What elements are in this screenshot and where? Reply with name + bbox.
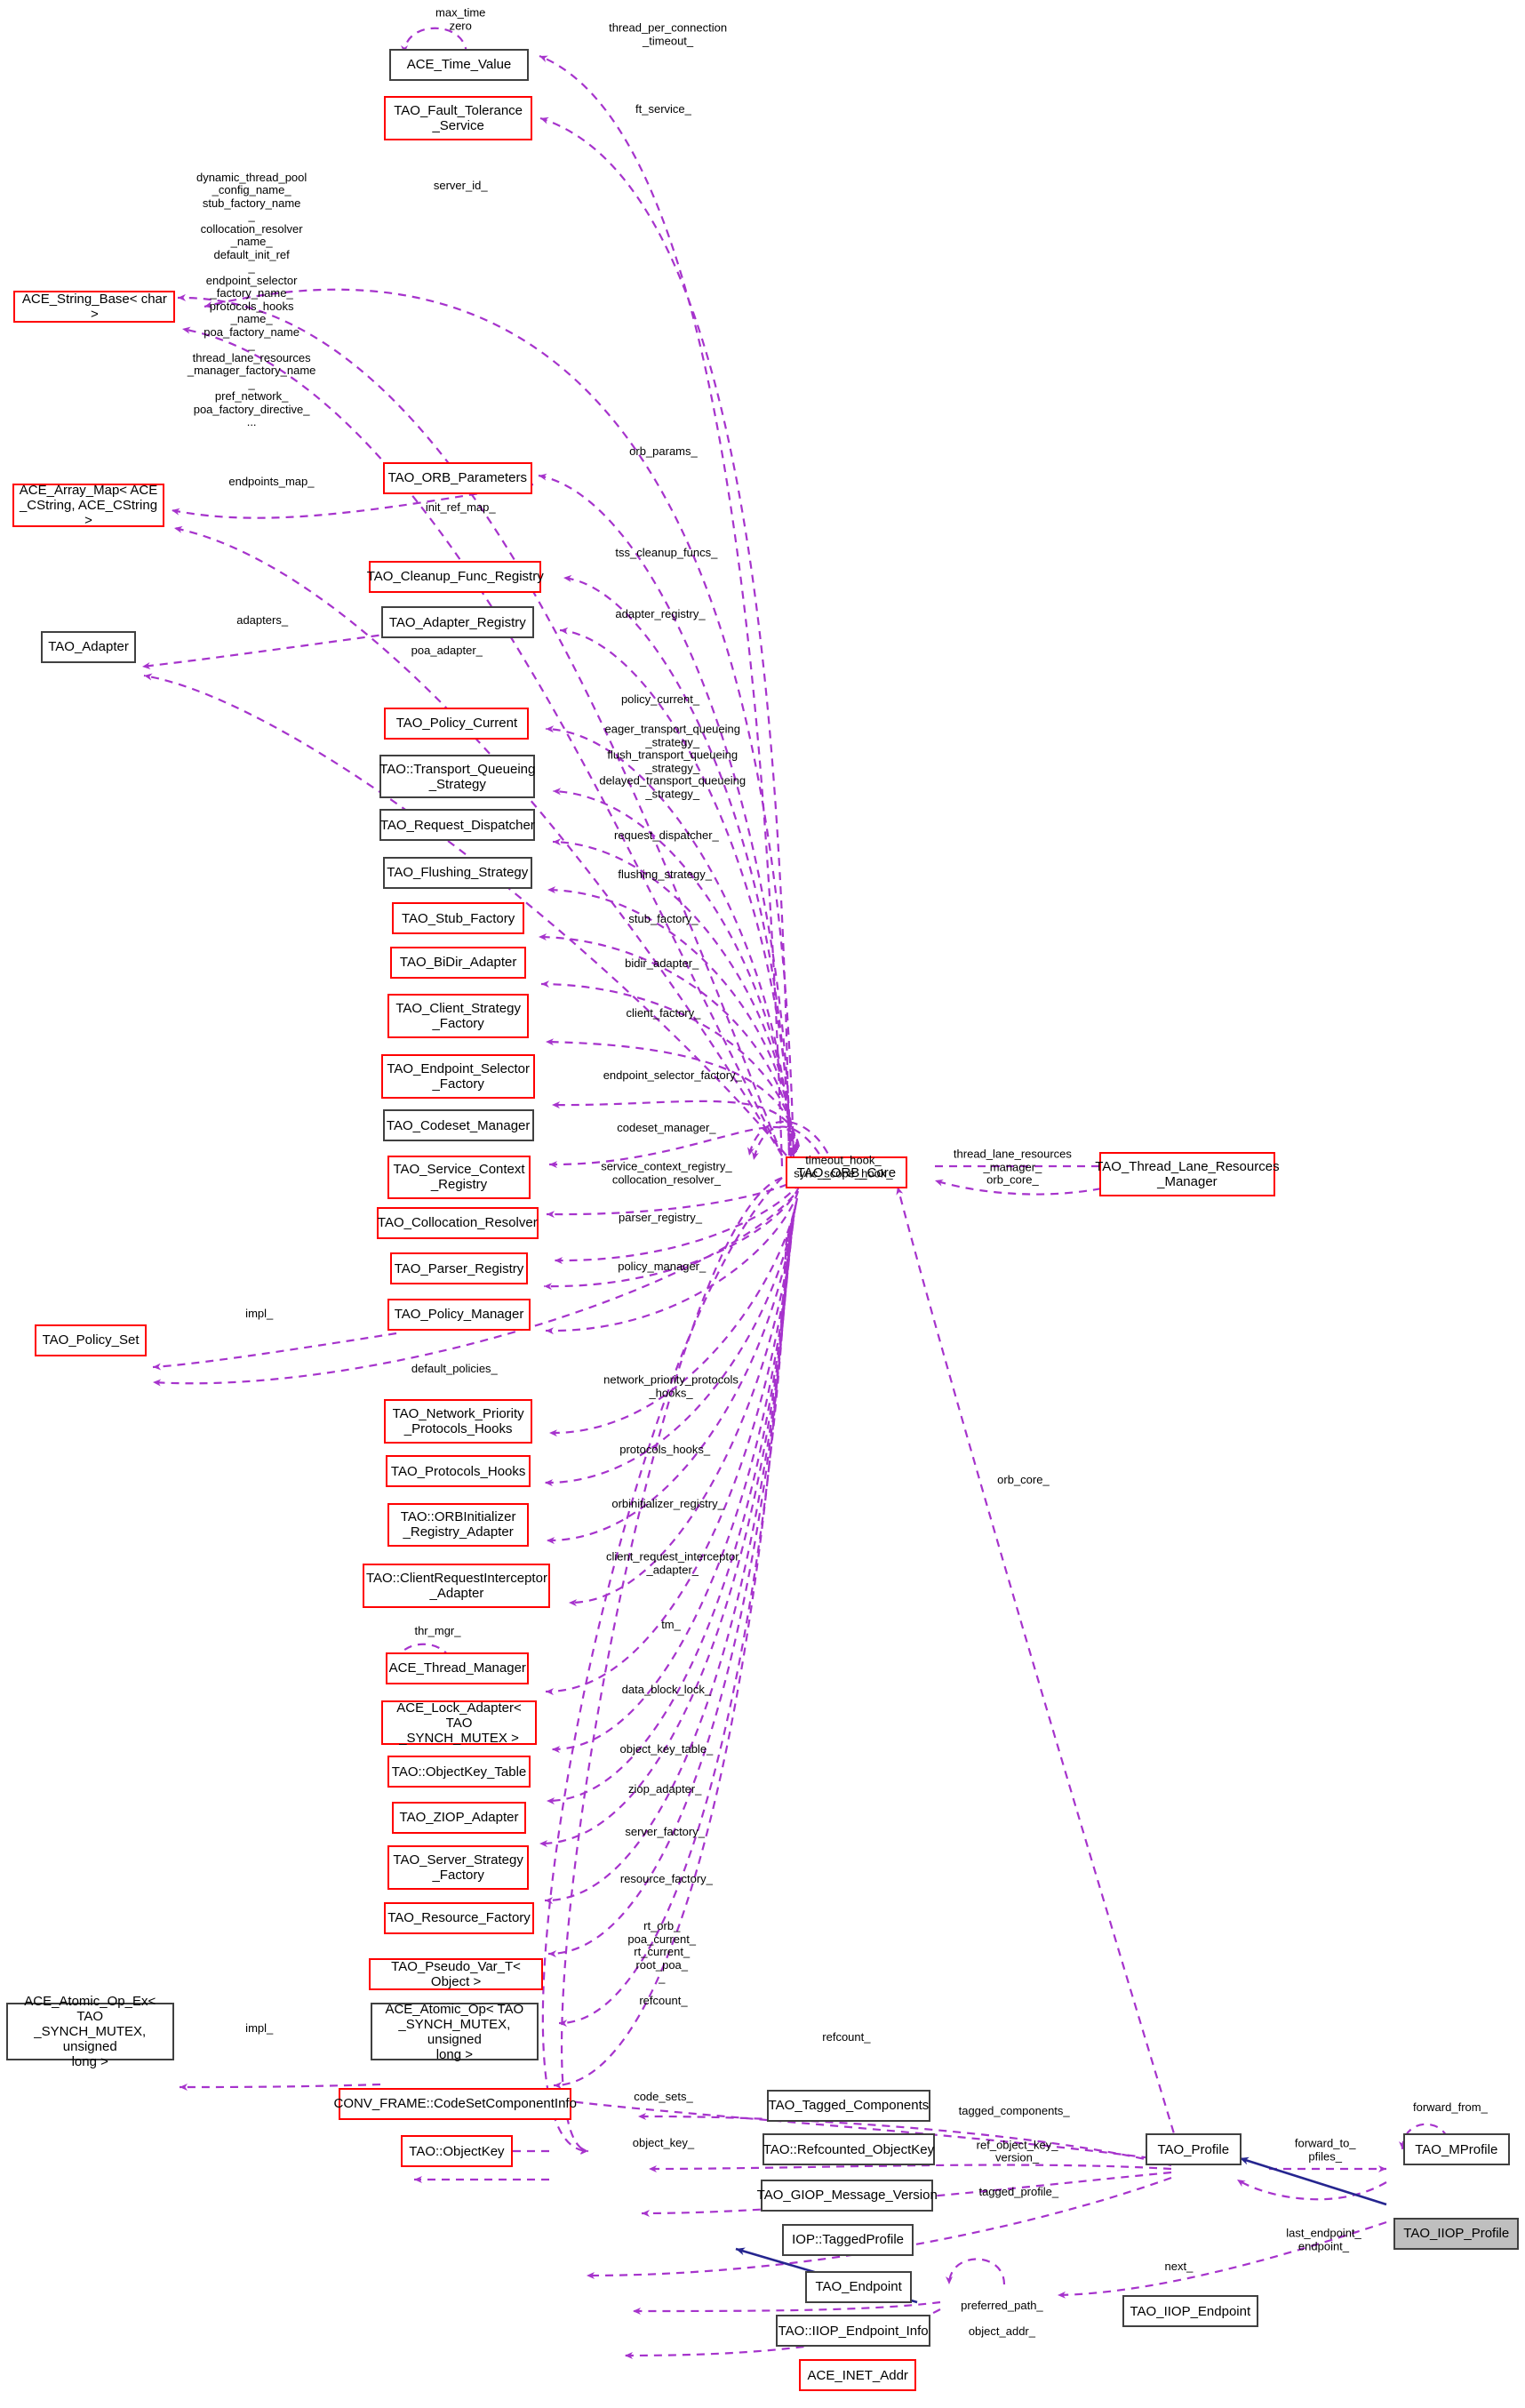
class-node-tao_endpoint[interactable]: TAO_Endpoint <box>805 2270 913 2303</box>
class-node-tao_policy_set[interactable]: TAO_Policy_Set <box>35 1324 147 1356</box>
class-node-tao_endpoint_selector[interactable]: TAO_Endpoint_Selector _Factory <box>381 1054 536 1100</box>
class-node-tao_objectkey[interactable]: TAO::ObjectKey <box>401 2135 513 2168</box>
class-node-conv_frame_codeset[interactable]: CONV_FRAME::CodeSetComponentInfo <box>333 2087 577 2120</box>
class-node-tao_orbinitializer[interactable]: TAO::ORBInitializer _Registry_Adapter <box>387 1502 530 1548</box>
class-node-tao_network_priority[interactable]: TAO_Network_Priority _Protocols_Hooks <box>384 1398 532 1444</box>
class-node-tao_thread_lane[interactable]: TAO_Thread_Lane_Resources _Manager <box>1095 1152 1280 1196</box>
class-node-tao_giop_msg_version[interactable]: TAO_GIOP_Message_Version <box>757 2179 938 2212</box>
class-node-tao_iiop_endpoint_inf[interactable]: TAO::IIOP_Endpoint_Info <box>776 2315 930 2348</box>
class-node-ace_atomic_op_ex[interactable]: ACE_Atomic_Op_Ex< TAO _SYNCH_MUTEX, unsi… <box>5 1994 174 2069</box>
class-node-tao_iiop_endpoint[interactable]: TAO_IIOP_Endpoint <box>1122 2295 1258 2328</box>
class-node-tao_transport_queue[interactable]: TAO::Transport_Queueing _Strategy <box>379 754 535 799</box>
class-node-tao_codeset_manager[interactable]: TAO_Codeset_Manager <box>382 1109 534 1142</box>
class-node-ace_array_map[interactable]: ACE_Array_Map< ACE _CString, ACE_CString… <box>12 483 165 528</box>
class-node-tao_server_strategy[interactable]: TAO_Server_Strategy _Factory <box>387 1845 530 1891</box>
class-node-tao_ziop_adapter[interactable]: TAO_ZIOP_Adapter <box>392 1801 526 1834</box>
class-node-tao_resource_factory[interactable]: TAO_Resource_Factory <box>384 1901 534 1934</box>
class-node-tao_policy_current[interactable]: TAO_Policy_Current <box>384 707 530 740</box>
class-node-ace_atomic_op[interactable]: ACE_Atomic_Op< TAO _SYNCH_MUTEX, unsigne… <box>370 2002 539 2062</box>
class-node-tao_client_strategy[interactable]: TAO_Client_Strategy _Factory <box>387 993 530 1038</box>
class-node-ace_time_value[interactable]: ACE_Time_Value <box>388 48 530 81</box>
class-node-tao_orb_core[interactable]: TAO_ORB_Core <box>785 1156 907 1189</box>
class-node-ace_inet_addr[interactable]: ACE_INET_Addr <box>799 2359 917 2392</box>
class-node-tao_service_context[interactable]: TAO_Service_Context _Registry <box>387 1155 531 1200</box>
class-node-tao_fault_tolerance[interactable]: TAO_Fault_Tolerance _Service <box>384 96 532 140</box>
class-node-tao_stub_factory[interactable]: TAO_Stub_Factory <box>392 902 525 935</box>
class-node-tao_bidir_adapter[interactable]: TAO_BiDir_Adapter <box>390 946 526 979</box>
class-node-tao_pseudo_var_t[interactable]: TAO_Pseudo_Var_T< Object > <box>369 1958 543 1991</box>
class-node-ace_thread_manager[interactable]: ACE_Thread_Manager <box>386 1652 530 1684</box>
class-node-tao_protocols_hooks[interactable]: TAO_Protocols_Hooks <box>386 1455 531 1488</box>
class-node-tao_cleanup_func[interactable]: TAO_Cleanup_Func_Registry <box>367 560 544 593</box>
class-node-tao_policy_manager[interactable]: TAO_Policy_Manager <box>387 1298 531 1331</box>
class-node-tao_clientrequest[interactable]: TAO::ClientRequestInterceptor _Adapter <box>363 1564 551 1608</box>
class-node-iop_taggedprofile[interactable]: IOP::TaggedProfile <box>782 2223 914 2256</box>
class-node-tao_adapter[interactable]: TAO_Adapter <box>41 630 136 663</box>
class-node-tao_flushing_strategy[interactable]: TAO_Flushing_Strategy <box>382 856 532 889</box>
collaboration-diagram: ACE_Time_Value TAO_Fault_Tolerance _Servi… <box>0 0 1525 2408</box>
class-node-ace_string_base[interactable]: ACE_String_Base< char > <box>13 291 176 324</box>
diagram-edges <box>141 27 1452 2359</box>
class-node-tao_refcounted_objkey[interactable]: TAO::Refcounted_ObjectKey <box>762 2133 935 2166</box>
class-node-tao_adapter_registry[interactable]: TAO_Adapter_Registry <box>381 606 534 639</box>
class-node-tao_profile[interactable]: TAO_Profile <box>1145 2133 1242 2166</box>
class-node-ace_lock_adapter[interactable]: ACE_Lock_Adapter< TAO _SYNCH_MUTEX > <box>381 1700 538 1746</box>
class-node-tao_parser_registry[interactable]: TAO_Parser_Registry <box>390 1252 528 1285</box>
class-node-tao_iiop_profile[interactable]: TAO_IIOP_Profile <box>1393 2217 1520 2250</box>
class-node-tao_mprofile[interactable]: TAO_MProfile <box>1402 2133 1510 2166</box>
class-node-tao_orb_parameters[interactable]: TAO_ORB_Parameters <box>382 461 532 494</box>
class-node-tao_request_dispatch[interactable]: TAO_Request_Dispatcher <box>379 809 536 842</box>
class-node-tao_objectkey_table[interactable]: TAO::ObjectKey_Table <box>387 1756 531 1788</box>
class-node-tao_collocation_res[interactable]: TAO_Collocation_Resolver <box>376 1206 539 1239</box>
class-node-tao_tagged_components[interactable]: TAO_Tagged_Components <box>767 2089 930 2122</box>
